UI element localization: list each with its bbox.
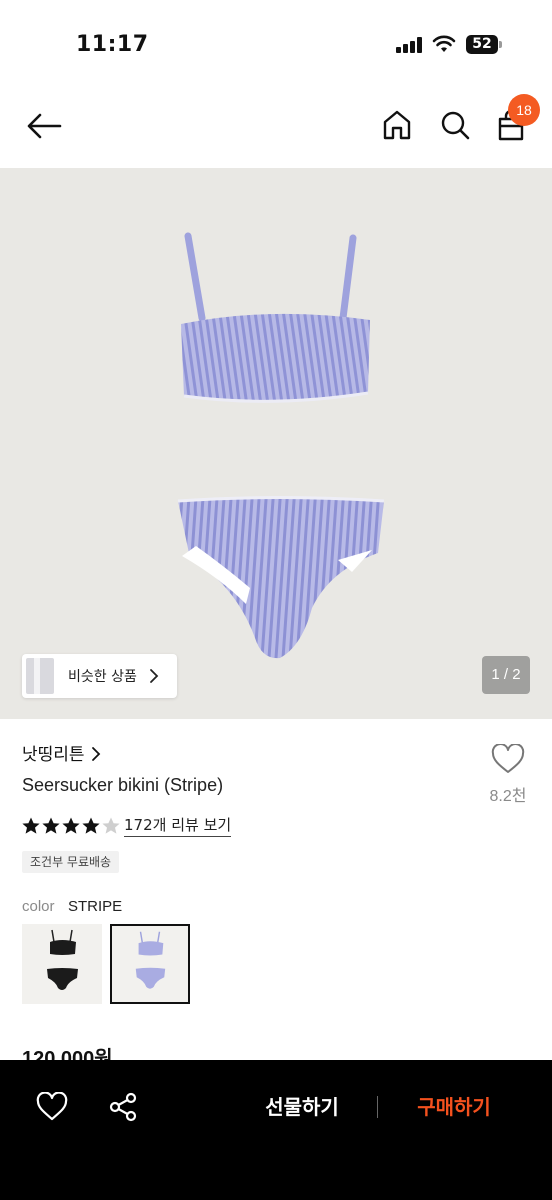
battery-icon: 52 bbox=[466, 35, 502, 54]
battery-level: 52 bbox=[466, 35, 498, 54]
bottom-action-bar: 선물하기 구매하기 bbox=[0, 1060, 552, 1200]
top-nav: 18 bbox=[0, 80, 552, 168]
similar-products-button[interactable]: 비슷한 상품 bbox=[22, 654, 177, 698]
gift-button[interactable]: 선물하기 bbox=[252, 1090, 352, 1124]
color-option-stripe[interactable] bbox=[110, 924, 190, 1004]
heart-icon[interactable] bbox=[36, 1092, 68, 1122]
chevron-right-icon bbox=[150, 669, 159, 683]
swatch-image-black bbox=[47, 929, 78, 990]
share-icon[interactable] bbox=[108, 1092, 138, 1122]
heart-icon bbox=[491, 744, 525, 773]
wish-count: 8.2천 bbox=[489, 788, 527, 805]
wifi-icon bbox=[432, 35, 456, 52]
divider bbox=[377, 1096, 378, 1118]
status-bar: 11:17 52 bbox=[0, 0, 552, 80]
product-image-gallery[interactable]: 비슷한 상품 1 / 2 bbox=[0, 168, 552, 719]
image-page-indicator: 1 / 2 bbox=[482, 656, 530, 694]
product-name: Seersucker bikini (Stripe) bbox=[22, 775, 224, 795]
chevron-right-icon bbox=[91, 747, 100, 761]
brand-link[interactable]: 낫띵리튼 bbox=[22, 740, 101, 765]
home-icon[interactable] bbox=[380, 108, 414, 142]
arrow-left-icon[interactable] bbox=[24, 110, 64, 142]
star-rating bbox=[22, 817, 120, 834]
color-option-black[interactable] bbox=[22, 924, 102, 1004]
cellular-signal-icon bbox=[396, 37, 422, 53]
product-photo bbox=[177, 232, 385, 659]
shipping-badge: 조건부 무료배송 bbox=[22, 851, 120, 873]
wishlist-button[interactable]: 8.2천 bbox=[484, 744, 532, 810]
review-link[interactable]: 172개 리뷰 보기 bbox=[124, 815, 232, 837]
color-value: STRIPE bbox=[68, 898, 123, 915]
brand-name: 낫띵리튼 bbox=[22, 745, 85, 765]
similar-products-label: 비슷한 상품 bbox=[68, 669, 137, 685]
status-time: 11:17 bbox=[76, 32, 149, 57]
similar-product-thumbnail bbox=[26, 658, 54, 694]
buy-button[interactable]: 구매하기 bbox=[404, 1090, 504, 1124]
color-label: color bbox=[22, 898, 55, 915]
search-icon[interactable] bbox=[438, 108, 472, 142]
cart-count-badge: 18 bbox=[508, 94, 540, 126]
swatch-image-stripe bbox=[135, 931, 166, 989]
